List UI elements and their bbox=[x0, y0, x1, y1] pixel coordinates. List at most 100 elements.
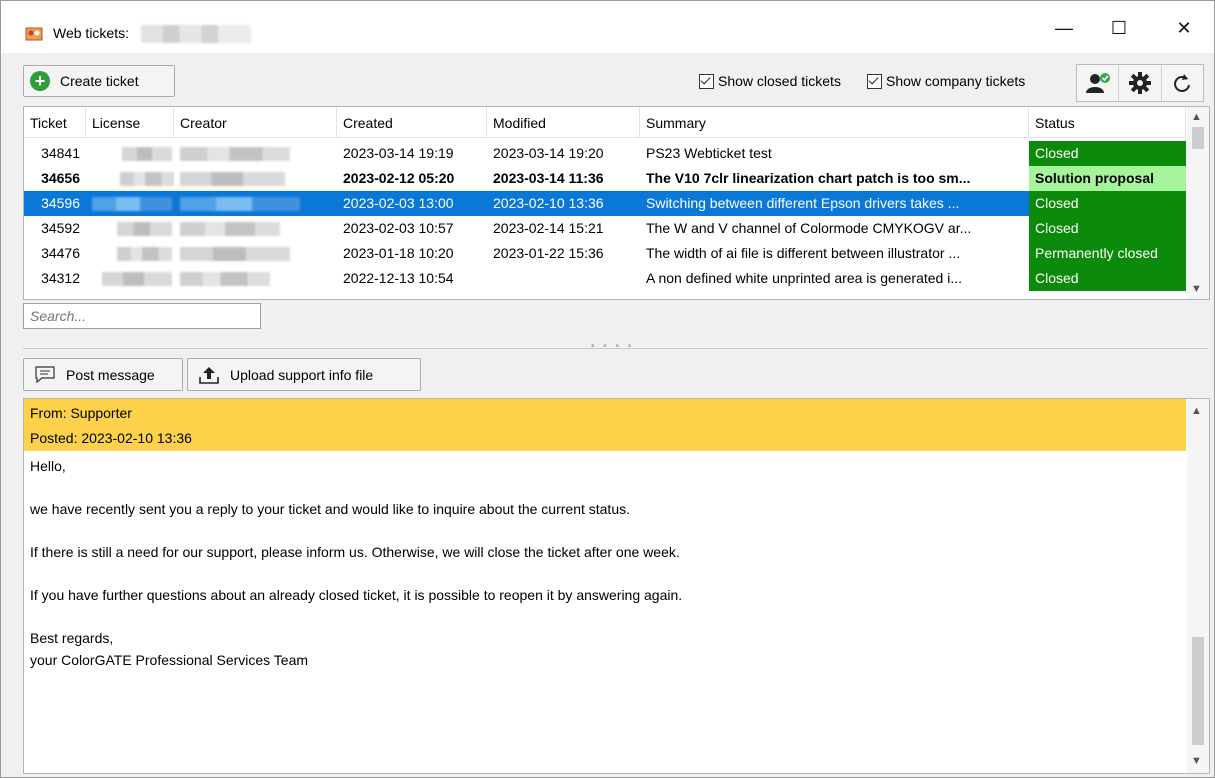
created-cell: 2023-01-18 10:20 bbox=[343, 245, 454, 261]
status-cell: Closed bbox=[1029, 266, 1186, 291]
upload-icon bbox=[199, 366, 219, 384]
show-closed-tickets-checkbox[interactable]: Show closed tickets bbox=[699, 73, 841, 89]
pane-splitter[interactable] bbox=[23, 348, 1208, 351]
column-header-status[interactable]: Status bbox=[1029, 107, 1186, 137]
summary-cell: The W and V channel of Colormode CMYKOGV… bbox=[646, 220, 972, 236]
status-cell: Permanently closed bbox=[1029, 241, 1186, 266]
modified-cell: 2023-01-22 15:36 bbox=[493, 245, 604, 261]
message-pane: From: Supporter Posted: 2023-02-10 13:36… bbox=[23, 398, 1210, 774]
column-header-modified[interactable]: Modified bbox=[487, 107, 640, 137]
speech-bubble-icon bbox=[35, 365, 55, 383]
message-body: Hello, we have recently sent you a reply… bbox=[30, 455, 1180, 692]
status-cell: Closed bbox=[1029, 216, 1186, 241]
summary-cell: A non defined white unprinted area is ge… bbox=[646, 270, 962, 286]
summary-cell: PS23 Webticket test bbox=[646, 145, 772, 161]
ticket-cell: 34656 bbox=[41, 170, 80, 186]
message-header: From: Supporter Posted: 2023-02-10 13:36 bbox=[24, 399, 1186, 451]
column-header-created[interactable]: Created bbox=[337, 107, 487, 137]
app-icon bbox=[25, 27, 43, 41]
creator-cell bbox=[174, 266, 337, 291]
message-paragraph: your ColorGATE Professional Services Tea… bbox=[30, 652, 309, 668]
table-row[interactable]: 34476 2023-01-18 10:20 2023-01-22 15:36 … bbox=[24, 241, 1186, 266]
message-scroll-thumb[interactable] bbox=[1192, 637, 1204, 745]
create-ticket-button[interactable]: + Create ticket bbox=[23, 65, 175, 97]
web-tickets-window: Web tickets: — ☐ ✕ + Create ticket Show … bbox=[0, 0, 1215, 778]
created-cell: 2023-02-03 13:00 bbox=[337, 191, 487, 216]
grid-scrollbar[interactable]: ▲ ▼ bbox=[1187, 107, 1209, 299]
grid-header: Ticket License Creator Created Modified … bbox=[24, 107, 1186, 138]
column-header-summary[interactable]: Summary bbox=[640, 107, 1029, 137]
tool-icon-group bbox=[1076, 64, 1204, 102]
column-header-ticket[interactable]: Ticket bbox=[24, 107, 86, 137]
upload-support-info-button[interactable]: Upload support info file bbox=[187, 358, 421, 391]
status-cell: Solution proposal bbox=[1029, 166, 1186, 191]
ticket-cell: 34476 bbox=[41, 245, 80, 261]
modified-cell bbox=[487, 266, 640, 291]
modified-cell: 2023-03-14 19:20 bbox=[493, 145, 604, 161]
title-bar: Web tickets: — ☐ ✕ bbox=[1, 1, 1214, 53]
scroll-down-icon[interactable]: ▼ bbox=[1191, 755, 1202, 767]
refresh-icon[interactable] bbox=[1162, 65, 1203, 101]
gear-icon[interactable] bbox=[1119, 65, 1162, 101]
checkbox-checked-icon[interactable] bbox=[699, 73, 714, 89]
message-paragraph: Best regards, bbox=[30, 630, 114, 646]
license-cell bbox=[86, 166, 174, 191]
creator-cell bbox=[174, 166, 337, 191]
message-from: From: Supporter bbox=[30, 405, 132, 421]
window-title: Web tickets: bbox=[53, 25, 129, 41]
create-ticket-label: Create ticket bbox=[60, 73, 139, 89]
status-cell: Closed bbox=[1029, 141, 1186, 166]
creator-cell bbox=[174, 216, 337, 241]
license-cell bbox=[86, 266, 174, 291]
message-paragraph: If there is still a need for our support… bbox=[30, 544, 680, 560]
ticket-toolbar: + Create ticket Show closed tickets Show… bbox=[1, 53, 1214, 102]
license-cell bbox=[86, 141, 174, 166]
column-header-creator[interactable]: Creator bbox=[174, 107, 337, 137]
minimize-button[interactable]: — bbox=[1041, 11, 1087, 45]
ticket-cell: 34592 bbox=[41, 220, 80, 236]
modified-cell: 2023-02-10 13:36 bbox=[487, 191, 640, 216]
table-row-selected[interactable]: 34596 2023-02-03 13:00 2023-02-10 13:36 … bbox=[24, 191, 1186, 216]
license-cell bbox=[86, 216, 174, 241]
search-input[interactable] bbox=[23, 303, 261, 329]
close-button[interactable]: ✕ bbox=[1161, 11, 1207, 45]
scroll-up-icon[interactable]: ▲ bbox=[1191, 111, 1202, 123]
license-cell bbox=[86, 191, 174, 216]
grid-scroll-thumb[interactable] bbox=[1192, 127, 1204, 149]
ticket-cell: 34312 bbox=[41, 270, 80, 286]
status-cell: Closed bbox=[1029, 191, 1186, 216]
created-cell: 2023-02-12 05:20 bbox=[343, 170, 455, 186]
table-row[interactable]: 34592 2023-02-03 10:57 2023-02-14 15:21 … bbox=[24, 216, 1186, 241]
table-row[interactable]: 34841 2023-03-14 19:19 2023-03-14 19:20 … bbox=[24, 141, 1186, 166]
post-message-button[interactable]: Post message bbox=[23, 358, 183, 391]
checkbox-checked-icon[interactable] bbox=[867, 73, 882, 89]
message-paragraph: we have recently sent you a reply to you… bbox=[30, 501, 630, 517]
show-closed-tickets-label: Show closed tickets bbox=[718, 73, 841, 89]
ticket-grid: Ticket License Creator Created Modified … bbox=[23, 106, 1210, 300]
message-paragraph: Hello, bbox=[30, 458, 66, 474]
creator-cell bbox=[174, 141, 337, 166]
created-cell: 2022-12-13 10:54 bbox=[343, 270, 454, 286]
created-cell: 2023-03-14 19:19 bbox=[343, 145, 454, 161]
created-cell: 2023-02-03 10:57 bbox=[343, 220, 454, 236]
redacted-title-text bbox=[141, 25, 251, 43]
creator-cell bbox=[174, 241, 337, 266]
upload-support-info-label: Upload support info file bbox=[230, 366, 374, 383]
maximize-button[interactable]: ☐ bbox=[1096, 11, 1142, 45]
modified-cell: 2023-02-14 15:21 bbox=[493, 220, 604, 236]
scroll-up-icon[interactable]: ▲ bbox=[1191, 405, 1202, 417]
show-company-tickets-label: Show company tickets bbox=[886, 73, 1026, 89]
message-paragraph: If you have further questions about an a… bbox=[30, 587, 683, 603]
ticket-cell: 34596 bbox=[24, 191, 86, 216]
table-row[interactable]: 34656 2023-02-12 05:20 2023-03-14 11:36 … bbox=[24, 166, 1186, 191]
scroll-down-icon[interactable]: ▼ bbox=[1191, 283, 1202, 295]
summary-cell: The V10 7clr linearization chart patch i… bbox=[646, 170, 971, 186]
table-row[interactable]: 34312 2022-12-13 10:54 A non defined whi… bbox=[24, 266, 1186, 291]
column-header-license[interactable]: License bbox=[86, 107, 174, 137]
ticket-cell: 34841 bbox=[41, 145, 80, 161]
license-cell bbox=[86, 241, 174, 266]
message-scrollbar[interactable]: ▲ ▼ bbox=[1187, 399, 1209, 773]
user-check-icon[interactable] bbox=[1077, 65, 1120, 101]
show-company-tickets-checkbox[interactable]: Show company tickets bbox=[867, 73, 1025, 89]
creator-cell bbox=[174, 191, 337, 216]
